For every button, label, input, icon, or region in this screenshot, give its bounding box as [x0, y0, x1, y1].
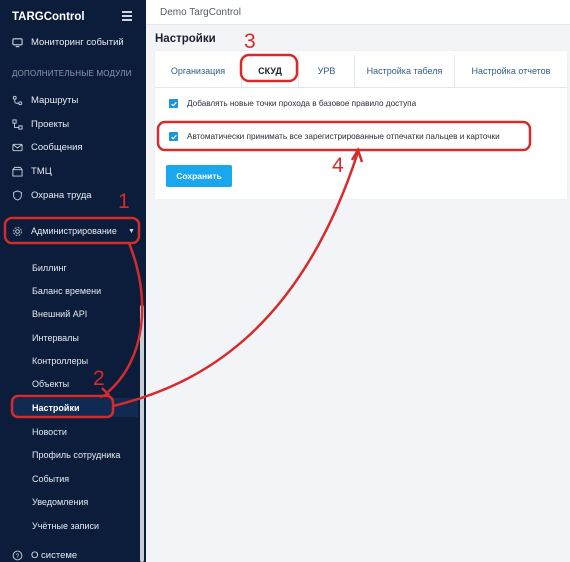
monitor-icon [12, 37, 23, 48]
checkbox-add-points[interactable] [169, 99, 178, 108]
tab-bar: Организация СКУД УРВ Настройка табеля На… [155, 55, 567, 88]
tab-organization[interactable]: Организация [155, 55, 241, 87]
help-icon: ? [12, 550, 23, 561]
sidebar-item-about[interactable]: ? О системе [12, 546, 77, 562]
option-add-points: Добавлять новые точки прохода в базовое … [169, 99, 416, 108]
sidebar-subitem-intervals[interactable]: Интервалы [32, 333, 79, 343]
workspace-title: Demo TargControl [160, 7, 241, 18]
save-button[interactable]: Сохранить [166, 165, 232, 187]
sidebar-subitem-external-api[interactable]: Внешний API [32, 309, 87, 319]
sidebar-item-safety[interactable]: Охрана труда [12, 186, 92, 204]
brand-logo[interactable]: TARGControl [12, 11, 85, 23]
sidebar-item-messages[interactable]: Сообщения [12, 138, 83, 156]
tab-urv[interactable]: УРВ [298, 55, 354, 87]
route-icon [12, 95, 23, 106]
annotation-number-4: 4 [332, 154, 344, 177]
sidebar-subitem-objects[interactable]: Объекты [32, 379, 69, 389]
mail-icon [12, 142, 23, 153]
sidebar-subitem-news[interactable]: Новости [32, 427, 67, 437]
sidebar-item-label: Администрирование [31, 226, 117, 236]
tab-skud[interactable]: СКУД [241, 55, 298, 87]
option-label: Добавлять новые точки прохода в базовое … [187, 99, 417, 108]
sidebar-subitem-employee-profile[interactable]: Профиль сотрудника [32, 450, 120, 460]
option-auto-accept: Автоматически принимать все зарегистриро… [169, 132, 500, 141]
sidebar-item-label: Охрана труда [31, 189, 92, 201]
sidebar-item-routes[interactable]: Маршруты [12, 91, 78, 109]
sidebar-scrollbar[interactable] [140, 305, 144, 562]
menu-toggle-icon[interactable] [122, 9, 132, 23]
gear-icon [12, 226, 23, 237]
shield-icon [12, 189, 23, 201]
sidebar-item-administration[interactable]: Администрирование [12, 222, 117, 240]
sidebar-subitem-time-balance[interactable]: Баланс времени [32, 286, 101, 296]
option-label: Автоматически принимать все зарегистриро… [187, 132, 500, 141]
sidebar-item-projects[interactable]: Проекты [12, 115, 69, 133]
top-bar: Demo TargControl [146, 0, 570, 25]
chevron-down-icon[interactable]: ▼ [128, 228, 135, 235]
tab-timesheet-settings[interactable]: Настройка табеля [354, 55, 454, 87]
checkbox-auto-accept[interactable] [169, 132, 178, 141]
project-icon [12, 118, 23, 130]
sidebar-item-label: ТМЦ [31, 165, 52, 177]
sidebar-subitem-accounts[interactable]: Учётные записи [32, 521, 99, 531]
sidebar-item-label: Мониторинг событий [31, 36, 124, 48]
sidebar-item-tmc[interactable]: ТМЦ [12, 162, 52, 180]
sidebar-subitem-settings[interactable]: Настройки [12, 398, 138, 417]
annotation-number-3: 3 [244, 30, 256, 53]
sidebar-subitem-notifications[interactable]: Уведомления [32, 497, 88, 507]
sidebar-subitem-controllers[interactable]: Контроллеры [32, 356, 88, 366]
sidebar-item-label: Проекты [31, 118, 70, 130]
sidebar: TARGControl Мониторинг событий ДОПОЛНИТЕ… [0, 0, 146, 562]
page-title: Настройки [155, 33, 216, 45]
sidebar-section-label: ДОПОЛНИТЕЛЬНЫЕ МОДУЛИ [12, 69, 132, 78]
svg-text:?: ? [16, 552, 20, 559]
sidebar-item-label: Маршруты [31, 94, 79, 106]
sidebar-subitem-billing[interactable]: Биллинг [32, 263, 67, 273]
annotation-number-1: 1 [118, 190, 130, 213]
sidebar-item-label: О системе [31, 549, 78, 561]
tab-report-settings[interactable]: Настройка отчетов [454, 55, 567, 87]
sidebar-subitem-events[interactable]: События [32, 474, 69, 484]
box-icon [12, 166, 23, 177]
sidebar-item-monitoring[interactable]: Мониторинг событий [12, 33, 124, 51]
settings-card: Организация СКУД УРВ Настройка табеля На… [155, 51, 567, 199]
sidebar-item-label: Сообщения [31, 141, 83, 153]
annotation-number-2: 2 [93, 367, 105, 390]
